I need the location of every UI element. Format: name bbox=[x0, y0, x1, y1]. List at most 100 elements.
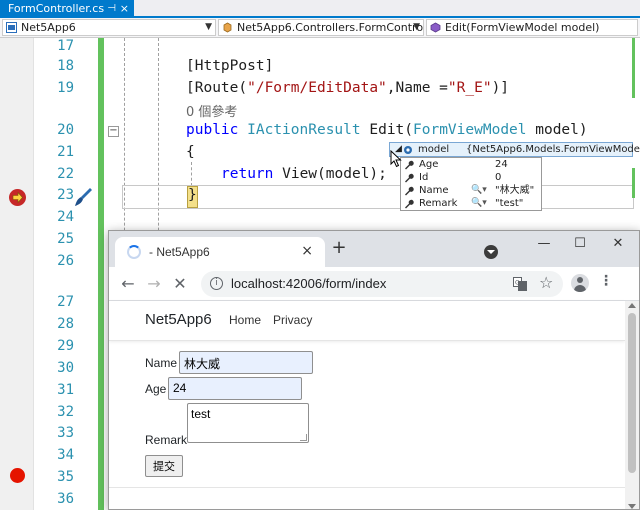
route-attribute-close: )] bbox=[491, 80, 510, 96]
close-tab-icon[interactable]: × bbox=[301, 243, 313, 259]
project-dropdown[interactable]: Net5App6 ▼ bbox=[2, 19, 216, 36]
url-text[interactable]: localhost:42006/form/index bbox=[231, 276, 386, 291]
return-expression: View(model); bbox=[273, 166, 387, 182]
method-name: Edit( bbox=[360, 122, 414, 138]
scroll-up-arrow-icon[interactable] bbox=[628, 303, 636, 308]
datatip-header[interactable]: ◢ model {Net5App6.Models.FormViewModel} bbox=[389, 142, 640, 157]
name-input[interactable]: 林大威 bbox=[179, 351, 313, 374]
line-number: 31 bbox=[57, 382, 74, 398]
references-count[interactable]: 0 個參考 bbox=[186, 105, 237, 120]
close-window-button[interactable]: ✕ bbox=[603, 236, 633, 258]
member-dropdown[interactable]: Edit(FormViewModel model) bbox=[426, 19, 638, 36]
bookmark-star-icon[interactable]: ☆ bbox=[539, 273, 553, 292]
line-number: 35 bbox=[57, 469, 74, 485]
document-tab-strip: FormController.cs ⊣ × bbox=[0, 0, 640, 18]
arrow-right-icon bbox=[12, 192, 23, 203]
datatip-row-name[interactable]: Name 🔍▾ "林大威" bbox=[401, 184, 541, 197]
line-number: 28 bbox=[57, 316, 74, 332]
member-value[interactable]: 0 bbox=[495, 171, 501, 184]
browser-tab-title: - Net5App6 bbox=[149, 245, 210, 259]
pin-icon[interactable]: ⊣ bbox=[107, 0, 116, 18]
quick-actions-brush-icon[interactable] bbox=[72, 186, 94, 208]
translate-icon[interactable]: G bbox=[513, 277, 527, 291]
keyword-return: return bbox=[221, 166, 274, 182]
datatip-row-remark[interactable]: Remark 🔍▾ "test" bbox=[401, 197, 541, 210]
line-number: 19 bbox=[57, 80, 74, 96]
line-number: 24 bbox=[57, 209, 74, 225]
new-tab-button[interactable]: + bbox=[329, 239, 349, 259]
scroll-thumb[interactable] bbox=[628, 313, 636, 473]
line-number: 33 bbox=[57, 425, 74, 441]
back-button[interactable]: ← bbox=[117, 273, 139, 295]
member-value[interactable]: "林大威" bbox=[495, 184, 534, 197]
line-number: 34 bbox=[57, 447, 74, 463]
http-post-attribute: [HttpPost] bbox=[186, 58, 274, 74]
browser-menu-icon[interactable]: ⋮ bbox=[599, 273, 613, 289]
site-navbar: Net5App6 Home Privacy bbox=[109, 301, 625, 341]
profile-avatar-icon[interactable] bbox=[571, 274, 589, 292]
tab-formcontroller[interactable]: FormController.cs ⊣ × bbox=[0, 0, 134, 18]
nav-link-privacy[interactable]: Privacy bbox=[273, 313, 312, 327]
address-bar[interactable]: i localhost:42006/form/index G ☆ bbox=[201, 271, 563, 297]
line-number: 36 bbox=[57, 491, 74, 507]
current-line-highlight bbox=[122, 185, 634, 209]
datatip-variable-name: model bbox=[418, 144, 450, 155]
forward-button[interactable]: → bbox=[143, 273, 165, 295]
close-brace: } bbox=[188, 187, 197, 203]
breakpoint-current-statement-icon[interactable] bbox=[9, 189, 26, 206]
code-line-22[interactable]: return View(model); bbox=[221, 166, 387, 182]
resize-grip-icon[interactable] bbox=[300, 434, 307, 441]
datatip-members: Age 24 Id 0 Name 🔍▾ "林大威" Remark 🔍▾ "tes… bbox=[400, 157, 542, 211]
line-number: 29 bbox=[57, 338, 74, 354]
code-line-21[interactable]: { bbox=[186, 144, 195, 160]
browser-title-bar[interactable]: - Net5App6 × + — ☐ ✕ bbox=[109, 231, 639, 267]
browser-window[interactable]: - Net5App6 × + — ☐ ✕ ← → ✕ i localhost:4… bbox=[108, 230, 640, 510]
svg-text:G: G bbox=[515, 280, 520, 287]
member-value[interactable]: "test" bbox=[495, 197, 523, 210]
member-name: Name bbox=[419, 185, 449, 196]
scroll-down-arrow-icon[interactable] bbox=[628, 504, 636, 509]
code-line-19[interactable]: [Route("/Form/EditData",Name ="R_E")] bbox=[186, 80, 509, 96]
code-line-23[interactable]: } bbox=[188, 187, 197, 203]
datatip-row-id[interactable]: Id 0 bbox=[401, 171, 541, 184]
datatip-row-age[interactable]: Age 24 bbox=[401, 158, 541, 171]
code-line-20[interactable]: public IActionResult Edit(FormViewModel … bbox=[186, 122, 588, 138]
page-scrollbar[interactable] bbox=[625, 301, 639, 509]
class-dropdown[interactable]: Net5App6.Controllers.FormController ▼ bbox=[218, 19, 424, 36]
codelens-references[interactable]: 0 個參考 bbox=[186, 101, 237, 120]
magnifier-icon[interactable]: 🔍▾ bbox=[471, 197, 487, 210]
code-line-18[interactable]: [HttpPost] bbox=[186, 58, 273, 74]
site-info-icon[interactable]: i bbox=[210, 277, 223, 290]
member-name: Age bbox=[419, 159, 439, 170]
magnifier-icon[interactable]: 🔍▾ bbox=[471, 184, 487, 197]
close-icon[interactable]: × bbox=[120, 0, 129, 18]
scroll-change-marker bbox=[632, 38, 635, 98]
breakpoint-icon[interactable] bbox=[10, 468, 25, 483]
site-brand-link[interactable]: Net5App6 bbox=[145, 311, 212, 328]
collapse-toggle[interactable]: − bbox=[108, 126, 119, 137]
maximize-button[interactable]: ☐ bbox=[565, 236, 595, 258]
tab-search-icon[interactable] bbox=[484, 245, 498, 259]
name-label: Name bbox=[145, 356, 178, 370]
member-value[interactable]: 24 bbox=[495, 158, 508, 171]
mouse-cursor-icon bbox=[390, 150, 402, 168]
glyph-margin[interactable] bbox=[0, 38, 34, 510]
member-name: Id bbox=[419, 172, 429, 183]
minimize-button[interactable]: — bbox=[529, 236, 559, 258]
browser-tab[interactable]: - Net5App6 × bbox=[115, 237, 325, 267]
remark-textarea[interactable]: test bbox=[187, 403, 309, 443]
remark-value: test bbox=[191, 407, 211, 421]
class-icon bbox=[223, 22, 232, 33]
age-input[interactable]: 24 bbox=[168, 377, 302, 400]
submit-button[interactable]: 提交 bbox=[145, 455, 183, 477]
route-path-string: "/Form/EditData" bbox=[247, 80, 387, 96]
wrench-icon bbox=[405, 160, 414, 170]
loading-spinner-icon bbox=[127, 245, 141, 259]
wrench-icon bbox=[405, 199, 414, 209]
nav-link-home[interactable]: Home bbox=[229, 313, 261, 327]
wrench-icon bbox=[405, 186, 414, 196]
stop-loading-button[interactable]: ✕ bbox=[169, 273, 191, 295]
chevron-down-icon: ▼ bbox=[205, 22, 212, 32]
browser-toolbar: ← → ✕ i localhost:42006/form/index G ☆ ⋮ bbox=[109, 267, 639, 301]
scroll-change-marker bbox=[632, 168, 635, 198]
